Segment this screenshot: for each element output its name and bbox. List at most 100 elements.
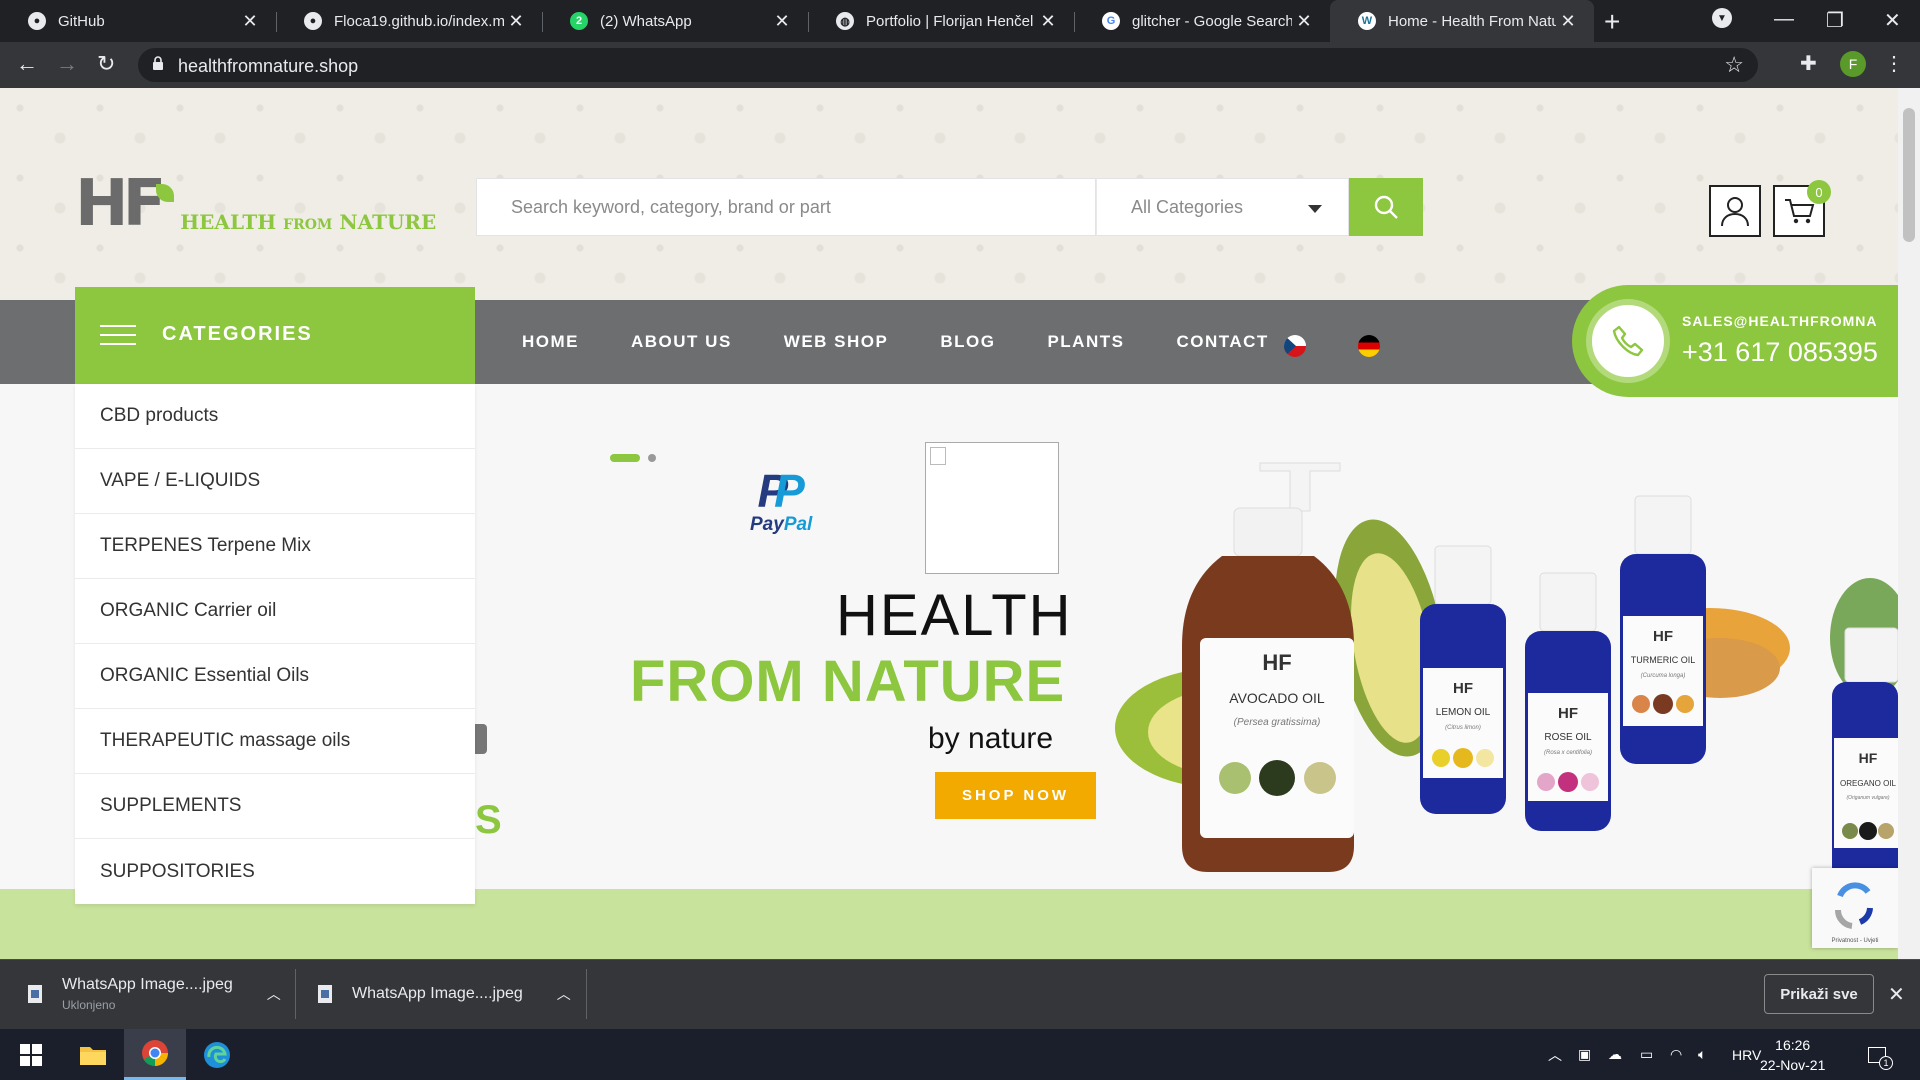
- tray-chevron-icon[interactable]: ︿: [1548, 1029, 1562, 1080]
- onedrive-icon[interactable]: ☁: [1608, 1029, 1622, 1080]
- paypal-wordmark: PayPal: [750, 514, 813, 535]
- german-flag-icon[interactable]: [1358, 335, 1380, 357]
- nav-plants[interactable]: PLANTS: [1047, 332, 1124, 352]
- show-all-downloads-button[interactable]: Prikaži sve: [1764, 974, 1874, 1014]
- close-download-bar-icon[interactable]: ✕: [1888, 982, 1905, 1007]
- category-item[interactable]: ORGANIC Essential Oils: [75, 644, 475, 709]
- bottle-cap: [1233, 507, 1303, 557]
- label-logo: HF: [1859, 750, 1878, 766]
- close-icon[interactable]: ✕: [1556, 11, 1580, 32]
- logo-wordmark: HEALTH FROM NATURE: [180, 210, 436, 234]
- paypal-p-icon: PP: [757, 465, 805, 517]
- edge-icon: [204, 1041, 230, 1068]
- site-logo[interactable]: HF HEALTH FROM NATURE: [75, 172, 436, 236]
- window-close-icon[interactable]: ✕: [1884, 8, 1901, 33]
- download-bar: [0, 959, 1920, 1029]
- category-item[interactable]: TERPENES Terpene Mix: [75, 514, 475, 579]
- tab-search-icon[interactable]: ▼: [1712, 8, 1732, 28]
- recaptcha-badge[interactable]: Privatnost - Uvjeti: [1812, 868, 1898, 948]
- tab-floca19[interactable]: ● Floca19.github.io/index.md ✕: [276, 0, 542, 42]
- language-indicator[interactable]: HRV: [1732, 1029, 1761, 1080]
- category-item[interactable]: SUPPOSITORIES: [75, 839, 475, 904]
- chevron-up-icon[interactable]: ︿: [557, 984, 571, 1004]
- contact-phone[interactable]: +31 617 085395: [1682, 337, 1878, 368]
- close-icon[interactable]: ✕: [238, 11, 262, 32]
- categories-toggle[interactable]: CATEGORIES: [75, 287, 475, 384]
- close-icon[interactable]: ✕: [770, 11, 794, 32]
- tab-whatsapp[interactable]: 2 (2) WhatsApp ✕: [542, 0, 808, 42]
- category-item[interactable]: VAPE / E-LIQUIDS: [75, 449, 475, 514]
- folder-icon: [80, 1046, 106, 1065]
- meet-icon[interactable]: ▣: [1578, 1029, 1591, 1080]
- slider-dot[interactable]: [648, 454, 656, 462]
- download-item[interactable]: WhatsApp Image....jpeg Uklonjeno ︿: [28, 959, 281, 1029]
- menu-kebab-icon[interactable]: ⋮: [1884, 51, 1904, 76]
- nav-about-us[interactable]: ABOUT US: [631, 332, 732, 352]
- new-tab-plus-icon[interactable]: +: [1604, 6, 1620, 38]
- category-item[interactable]: SUPPLEMENTS: [75, 774, 475, 839]
- nav-home[interactable]: HOME: [522, 332, 579, 352]
- profile-avatar[interactable]: F: [1840, 51, 1866, 77]
- contact-email[interactable]: SALES@HEALTHFROMNA: [1682, 313, 1878, 329]
- start-button[interactable]: [0, 1029, 62, 1080]
- tab-label: Floca19.github.io/index.md: [334, 12, 504, 30]
- nav-contact[interactable]: CONTACT: [1176, 332, 1268, 352]
- clock-date: 22-Nov-21: [1760, 1057, 1826, 1073]
- search-button[interactable]: [1349, 178, 1423, 236]
- notification-center-icon[interactable]: 1: [1868, 1029, 1893, 1080]
- label-latin: (Persea gratissima): [1234, 717, 1321, 728]
- nav-blog[interactable]: BLOG: [940, 332, 995, 352]
- page-scrollbar[interactable]: [1898, 88, 1920, 959]
- chevron-up-icon[interactable]: ︿: [267, 984, 281, 1004]
- search-box: [476, 178, 1096, 236]
- category-item[interactable]: ORGANIC Carrier oil: [75, 579, 475, 644]
- label-dot: [1653, 694, 1673, 714]
- slider-prev-arrow[interactable]: [475, 724, 487, 754]
- tab-portfolio[interactable]: ◍ Portfolio | Florijan Henčel ✕: [808, 0, 1074, 42]
- category-select-value: All Categories: [1131, 197, 1244, 217]
- tab-health-from-nature[interactable]: W Home - Health From Nature ✕: [1330, 0, 1594, 42]
- tab-github[interactable]: ● GitHub ✕: [0, 0, 276, 42]
- image-file-icon: [318, 985, 332, 1003]
- minimize-icon[interactable]: —: [1774, 8, 1794, 31]
- account-button[interactable]: [1709, 185, 1761, 237]
- category-item[interactable]: CBD products: [75, 384, 475, 449]
- hero-title-line2: FROM NATURE: [630, 649, 1066, 714]
- shop-now-button[interactable]: SHOP NOW: [935, 772, 1096, 819]
- forward-arrow-icon[interactable]: →: [56, 51, 78, 77]
- image-file-icon: [28, 985, 42, 1003]
- taskbar-chrome[interactable]: [124, 1029, 186, 1080]
- download-item[interactable]: WhatsApp Image....jpeg ︿: [318, 959, 571, 1029]
- close-icon[interactable]: ✕: [504, 11, 528, 32]
- logo-word-health: HEALTH: [180, 210, 277, 234]
- system-clock[interactable]: 16:26 22-Nov-21: [1760, 1035, 1825, 1075]
- bookmark-star-icon[interactable]: ☆: [1724, 52, 1744, 78]
- category-select[interactable]: All Categories: [1096, 178, 1349, 236]
- close-icon[interactable]: ✕: [1036, 11, 1060, 32]
- address-bar[interactable]: healthfromnature.shop ☆: [138, 48, 1758, 82]
- close-icon[interactable]: ✕: [1292, 11, 1316, 32]
- extensions-puzzle-icon[interactable]: ✚: [1800, 51, 1817, 76]
- wifi-icon[interactable]: ◠: [1670, 1029, 1682, 1080]
- taskbar-file-explorer[interactable]: [62, 1029, 124, 1080]
- download-divider: [295, 969, 296, 1019]
- nav-web-shop[interactable]: WEB SHOP: [784, 332, 889, 352]
- paypal-logo: PP PayPal: [750, 468, 812, 536]
- slider-dot-active[interactable]: [610, 454, 640, 462]
- category-item[interactable]: THERAPEUTIC massage oils: [75, 709, 475, 774]
- recaptcha-icon: Privatnost - Uvjeti: [1831, 882, 1879, 944]
- reload-icon[interactable]: ↻: [97, 51, 115, 77]
- taskbar-edge[interactable]: [186, 1029, 248, 1080]
- scrollbar-thumb[interactable]: [1903, 108, 1915, 242]
- battery-icon[interactable]: ▭: [1640, 1029, 1653, 1080]
- label-logo: HF: [1453, 680, 1473, 697]
- czech-flag-icon[interactable]: [1284, 335, 1306, 357]
- maximize-icon[interactable]: ❐: [1826, 8, 1844, 33]
- search-input[interactable]: [477, 179, 1095, 235]
- label-dot: [1432, 749, 1450, 767]
- back-arrow-icon[interactable]: ←: [16, 51, 38, 77]
- volume-icon[interactable]: 🔈︎: [1698, 1029, 1706, 1080]
- tab-label: GitHub: [58, 12, 105, 30]
- download-filename: WhatsApp Image....jpeg: [62, 976, 233, 993]
- tab-google-search[interactable]: G glitcher - Google Search ✕: [1074, 0, 1330, 42]
